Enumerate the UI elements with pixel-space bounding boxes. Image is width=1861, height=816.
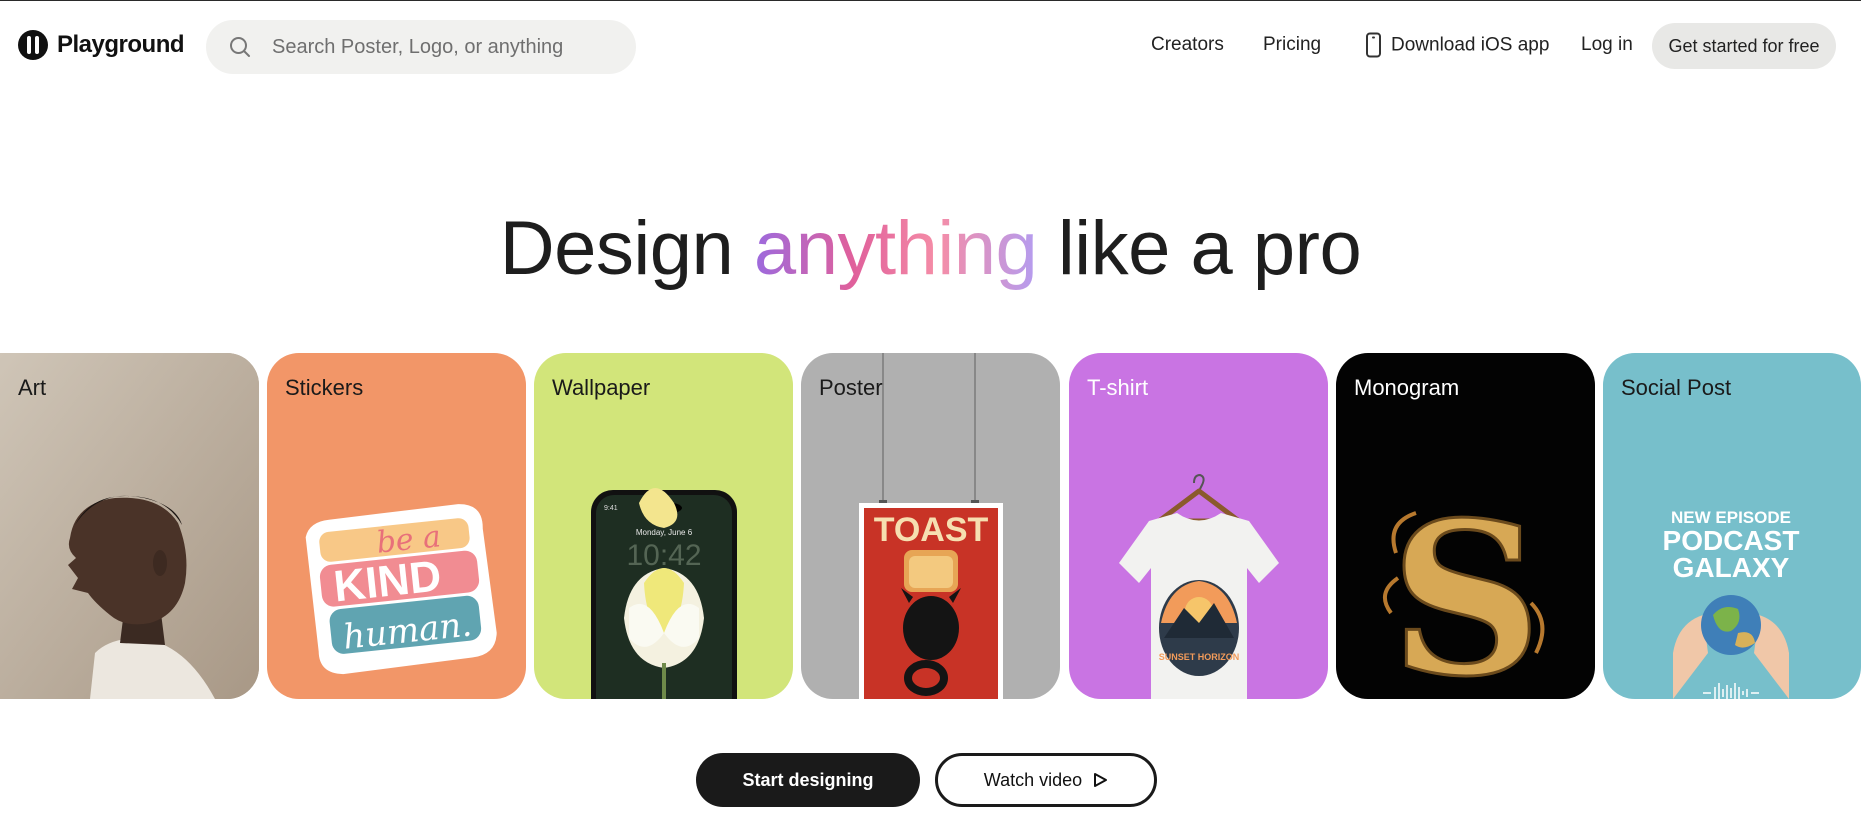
poster-title: TOAST (874, 511, 989, 549)
art-portrait-image (0, 353, 259, 699)
site-header: Playground Creators Pricing Download iOS… (0, 1, 1861, 91)
card-label-monogram: Monogram (1354, 375, 1460, 400)
tshirt-image: SUNSET HORIZON (1119, 473, 1279, 699)
tshirt-text: SUNSET HORIZON (1159, 652, 1240, 662)
watch-video-button[interactable]: Watch video (935, 753, 1157, 807)
card-label-wallpaper: Wallpaper (552, 375, 651, 400)
brand-logo[interactable]: Playground (18, 30, 185, 60)
monogram-image: S (1382, 475, 1545, 699)
brand-name: Playground (57, 31, 185, 58)
logo-icon (18, 30, 48, 60)
nav-pricing[interactable]: Pricing (1263, 34, 1321, 56)
hero-title-after: like a pro (1037, 206, 1362, 291)
hero-title-before: Design (499, 206, 754, 291)
poster-image: TOAST (859, 353, 1003, 699)
sticker-image: be a KIND human. (305, 504, 497, 675)
hero-title-highlight: anything (753, 206, 1038, 291)
phone-time: 10:42 (626, 539, 701, 572)
phone-date: Monday, June 6 (636, 528, 693, 537)
search-input[interactable] (272, 20, 622, 74)
card-social-post[interactable]: NEW EPISODE PODCAST GALAXY Social Post (1603, 353, 1861, 699)
search-icon (230, 37, 250, 57)
nav-download-ios[interactable]: Download iOS app (1366, 32, 1550, 58)
card-label-social-post: Social Post (1621, 375, 1732, 400)
card-label-stickers: Stickers (285, 375, 364, 400)
nav-download-ios-label: Download iOS app (1391, 34, 1550, 55)
phone-icon (1366, 32, 1381, 58)
card-stickers[interactable]: be a KIND human. Stickers (267, 353, 526, 699)
card-poster[interactable]: TOAST Poster (801, 353, 1060, 699)
category-carousel: Art be a KIND human. Stickers 9:41 Monda… (0, 353, 1861, 699)
phone-status-time: 9:41 (604, 505, 618, 512)
card-art[interactable]: Art (0, 353, 259, 699)
play-icon (1094, 773, 1108, 787)
card-label-tshirt: T-shirt (1087, 375, 1149, 400)
card-tshirt[interactable]: SUNSET HORIZON T-shirt (1069, 353, 1328, 699)
search-bar[interactable] (206, 20, 636, 74)
nav-login[interactable]: Log in (1581, 34, 1633, 56)
card-label-art: Art (18, 375, 47, 400)
start-designing-button[interactable]: Start designing (696, 753, 920, 807)
monogram-letter: S (1390, 476, 1542, 699)
watch-video-label: Watch video (983, 769, 1083, 790)
hero-title: Design anything like a pro (0, 205, 1861, 292)
get-started-button[interactable]: Get started for free (1652, 23, 1836, 69)
social-post-image: NEW EPISODE PODCAST GALAXY (1663, 508, 1799, 699)
wallpaper-phone-image: 9:41 Monday, June 6 10:42 (591, 488, 737, 699)
card-wallpaper[interactable]: 9:41 Monday, June 6 10:42 Wallpaper (534, 353, 793, 699)
nav-creators[interactable]: Creators (1151, 34, 1224, 56)
card-monogram[interactable]: S Monogram (1336, 353, 1595, 699)
card-label-poster: Poster (819, 375, 883, 400)
social-post-line-3: GALAXY (1673, 552, 1790, 583)
